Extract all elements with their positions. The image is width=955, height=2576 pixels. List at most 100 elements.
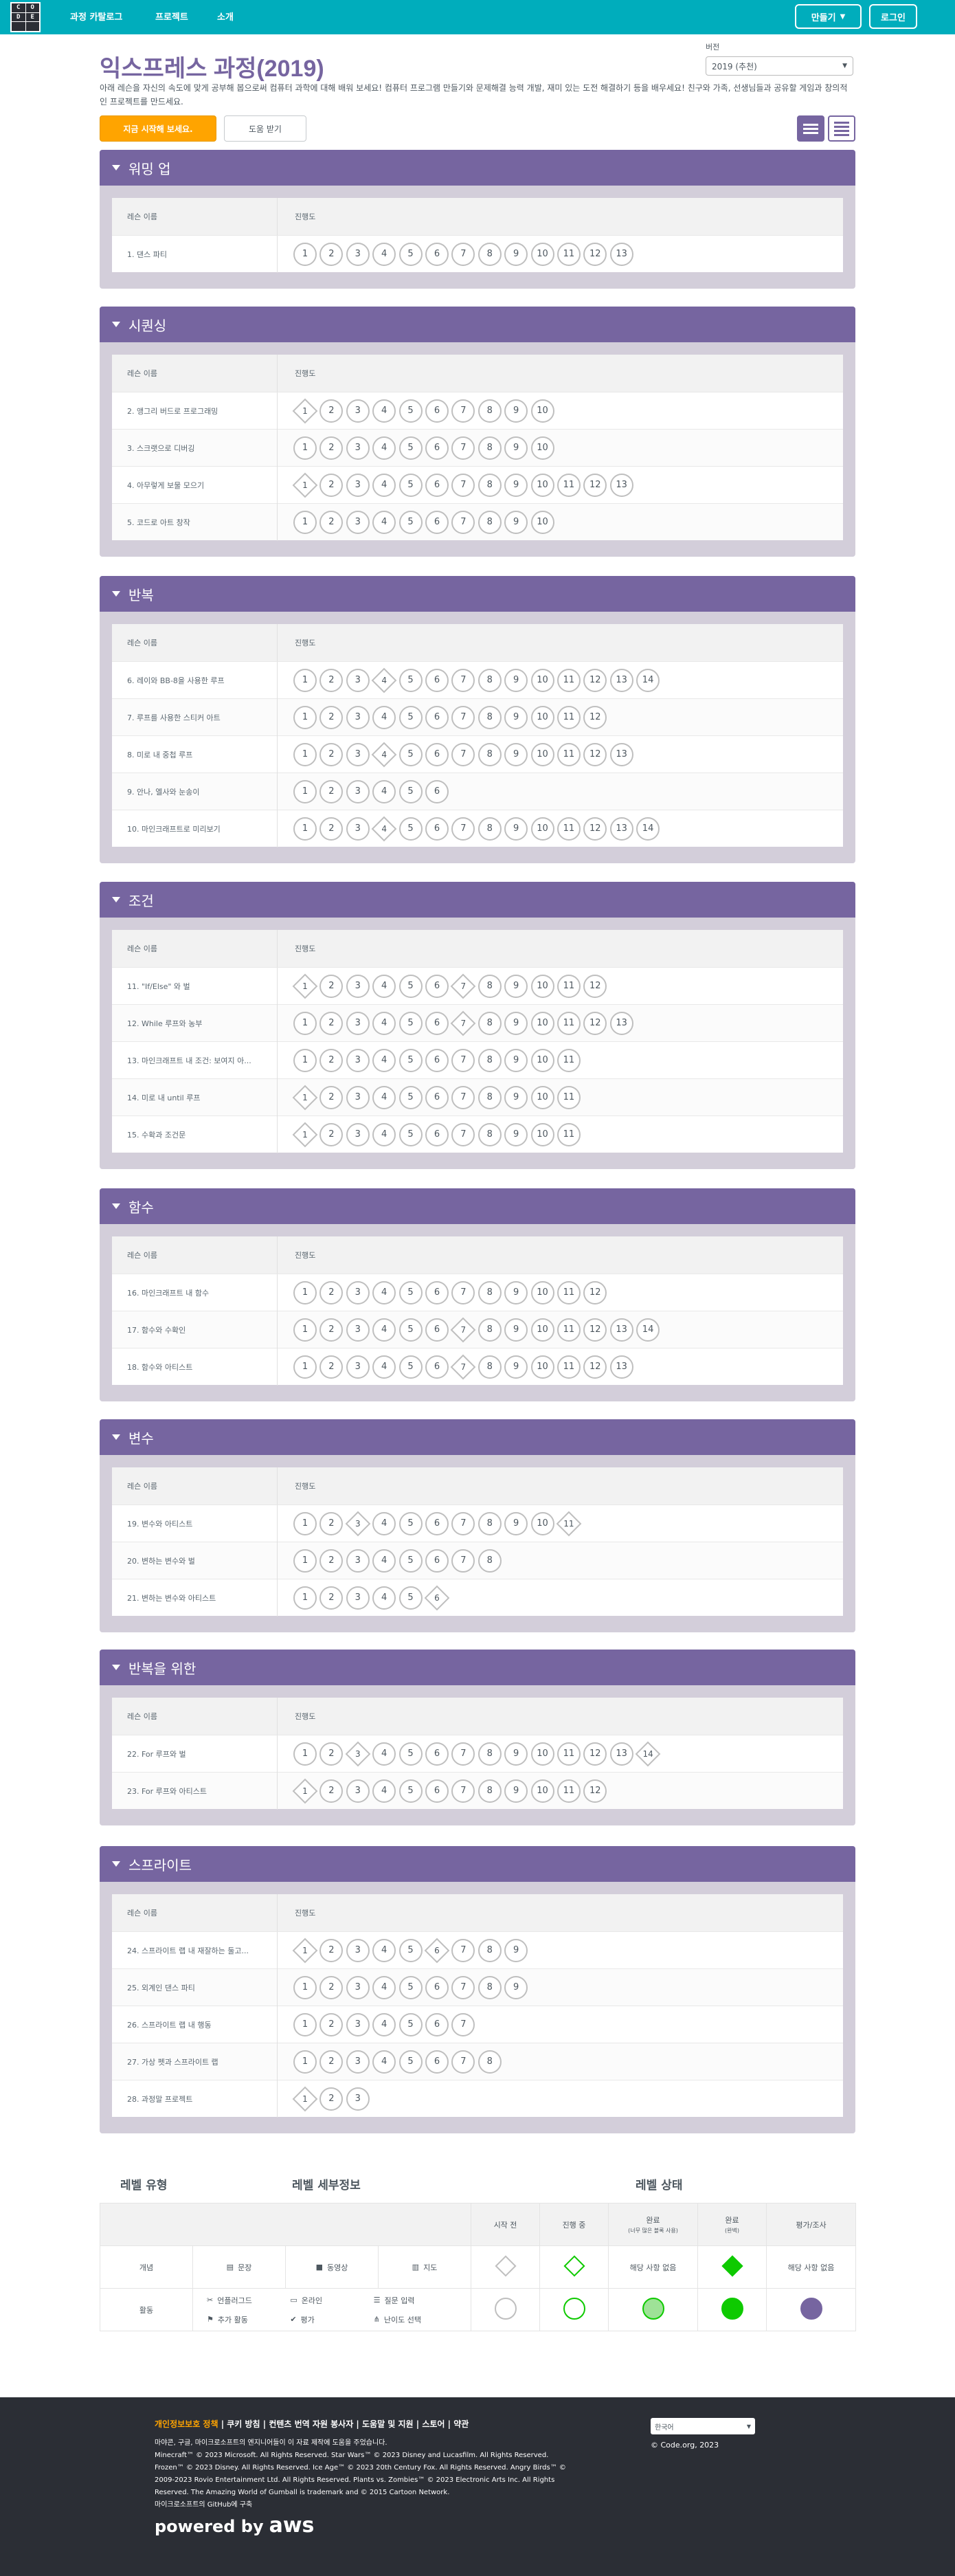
level-bubble[interactable]: 2	[319, 2012, 344, 2036]
level-bubble[interactable]: 10	[530, 742, 554, 766]
level-bubble[interactable]: 4	[372, 1779, 396, 1803]
level-bubble[interactable]: 5	[398, 1122, 423, 1146]
level-bubble[interactable]: 1	[293, 1280, 317, 1304]
level-bubble[interactable]: 9	[504, 1318, 528, 1342]
level-bubble[interactable]: 2	[319, 668, 344, 692]
lesson-name-link[interactable]: 14. 미로 내 until 루프	[112, 1092, 277, 1103]
level-bubble[interactable]: 10	[530, 1742, 554, 1766]
level-bubble[interactable]: 5	[398, 1011, 423, 1035]
level-bubble[interactable]: 7	[451, 1048, 475, 1072]
level-bubble[interactable]: 1	[293, 436, 317, 460]
sign-in-button[interactable]: 로그인	[869, 4, 917, 29]
level-bubble[interactable]: 5	[398, 1779, 423, 1803]
level-bubble[interactable]: 4	[372, 1085, 396, 1109]
level-bubble[interactable]: 12	[583, 705, 607, 729]
level-bubble[interactable]: 8	[477, 510, 502, 534]
level-bubble[interactable]: 4	[372, 1355, 396, 1379]
level-bubble[interactable]: 2	[319, 1048, 344, 1072]
nav-course-catalog[interactable]: 과정 카탈로그	[70, 10, 122, 23]
level-bubble[interactable]: 4	[372, 1122, 396, 1146]
level-bubble[interactable]: 11	[557, 242, 581, 266]
level-bubble[interactable]: 6	[425, 1048, 449, 1072]
level-bubble[interactable]: 8	[477, 817, 502, 841]
level-bubble[interactable]: 4	[372, 2050, 396, 2074]
level-bubble[interactable]: 1	[293, 510, 317, 534]
level-bubble[interactable]: 11	[557, 1742, 581, 1766]
level-bubble[interactable]: 1	[293, 817, 317, 841]
level-bubble[interactable]: 8	[477, 436, 502, 460]
level-diamond[interactable]: 6	[425, 1586, 449, 1610]
level-bubble[interactable]: 5	[398, 668, 423, 692]
level-diamond[interactable]: 4	[372, 669, 396, 692]
level-bubble[interactable]: 2	[319, 1355, 344, 1379]
level-bubble[interactable]: 9	[504, 1011, 528, 1035]
level-diamond[interactable]: 1	[293, 1779, 317, 1803]
level-bubble[interactable]: 14	[636, 1318, 660, 1342]
level-bubble[interactable]: 4	[372, 974, 396, 998]
level-bubble[interactable]: 7	[451, 1548, 475, 1573]
start-button[interactable]: 지금 시작해 보세요.	[100, 115, 216, 142]
level-bubble[interactable]: 4	[372, 705, 396, 729]
level-bubble[interactable]: 6	[425, 1122, 449, 1146]
level-bubble[interactable]: 13	[609, 742, 633, 766]
lesson-name-link[interactable]: 16. 마인크래프트 내 함수	[112, 1287, 277, 1298]
level-bubble[interactable]: 6	[425, 817, 449, 841]
level-bubble[interactable]: 12	[583, 974, 607, 998]
level-bubble[interactable]: 7	[451, 2012, 475, 2036]
level-bubble[interactable]: 9	[504, 1511, 528, 1535]
level-diamond[interactable]: 7	[451, 975, 475, 998]
level-bubble[interactable]: 13	[609, 1011, 633, 1035]
level-bubble[interactable]: 11	[557, 1048, 581, 1072]
level-bubble[interactable]: 13	[609, 1355, 633, 1379]
level-bubble[interactable]: 9	[504, 242, 528, 266]
level-bubble[interactable]: 4	[372, 1511, 396, 1535]
level-bubble[interactable]: 5	[398, 242, 423, 266]
level-bubble[interactable]: 8	[477, 1355, 502, 1379]
level-bubble[interactable]: 4	[372, 1586, 396, 1610]
level-bubble[interactable]: 1	[293, 2012, 317, 2036]
level-bubble[interactable]: 4	[372, 1938, 396, 1962]
level-bubble[interactable]: 1	[293, 1011, 317, 1035]
lesson-name-link[interactable]: 23. For 루프와 아티스트	[112, 1786, 277, 1797]
unit-header[interactable]: 함수	[100, 1188, 855, 1224]
level-bubble[interactable]: 6	[425, 668, 449, 692]
level-bubble[interactable]: 12	[583, 742, 607, 766]
level-bubble[interactable]: 2	[319, 742, 344, 766]
level-bubble[interactable]: 13	[609, 668, 633, 692]
lesson-name-link[interactable]: 18. 함수와 아티스트	[112, 1362, 277, 1373]
lesson-name-link[interactable]: 11. "If/Else" 와 벌	[112, 981, 277, 992]
nav-about[interactable]: 소개	[217, 10, 234, 23]
level-bubble[interactable]: 5	[398, 399, 423, 423]
level-bubble[interactable]: 10	[530, 705, 554, 729]
level-bubble[interactable]: 3	[346, 1548, 370, 1573]
version-select[interactable]: 2019 (추천) ▼	[706, 56, 853, 76]
level-bubble[interactable]: 2	[319, 1280, 344, 1304]
level-bubble[interactable]: 3	[346, 1975, 370, 1999]
level-diamond[interactable]: 14	[636, 1742, 660, 1766]
level-bubble[interactable]: 9	[504, 1280, 528, 1304]
level-bubble[interactable]: 11	[557, 817, 581, 841]
level-bubble[interactable]: 4	[372, 399, 396, 423]
level-bubble[interactable]: 5	[398, 817, 423, 841]
lesson-name-link[interactable]: 7. 루프를 사용한 스티커 아트	[112, 712, 277, 723]
level-bubble[interactable]: 5	[398, 1355, 423, 1379]
level-bubble[interactable]: 8	[477, 242, 502, 266]
level-bubble[interactable]: 11	[557, 1318, 581, 1342]
level-bubble[interactable]: 8	[477, 1742, 502, 1766]
level-bubble[interactable]: 2	[319, 779, 344, 803]
level-bubble[interactable]: 8	[477, 705, 502, 729]
lesson-name-link[interactable]: 26. 스프라이트 랩 내 행동	[112, 2019, 277, 2030]
level-bubble[interactable]: 6	[425, 2012, 449, 2036]
level-bubble[interactable]: 10	[530, 1122, 554, 1146]
list-view-toggle[interactable]	[797, 115, 824, 142]
lesson-name-link[interactable]: 4. 아무렇게 보물 모으기	[112, 480, 277, 491]
level-bubble[interactable]: 4	[372, 1280, 396, 1304]
level-bubble[interactable]: 8	[477, 742, 502, 766]
unit-header[interactable]: 워밍 업	[100, 150, 855, 186]
create-button[interactable]: 만들기 ▼	[795, 4, 862, 29]
level-bubble[interactable]: 3	[346, 817, 370, 841]
level-bubble[interactable]: 9	[504, 1938, 528, 1962]
level-bubble[interactable]: 3	[346, 974, 370, 998]
level-bubble[interactable]: 3	[346, 1122, 370, 1146]
level-bubble[interactable]: 12	[583, 1779, 607, 1803]
